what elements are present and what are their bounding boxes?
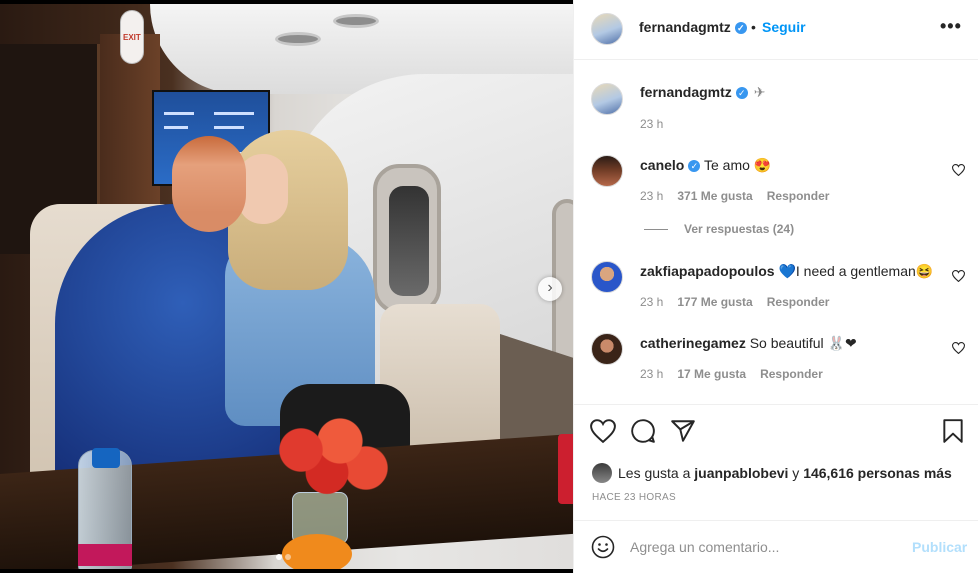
heart-icon[interactable] — [952, 270, 965, 282]
caption-time[interactable]: 23 h — [640, 117, 663, 131]
heart-icon[interactable] — [590, 418, 616, 444]
comment-input[interactable] — [630, 537, 900, 557]
cabin-window — [373, 164, 441, 314]
share-icon[interactable] — [670, 418, 696, 444]
instagram-post-window: EXIT › fernandagmtz ✓ • Seguir ••• ferna… — [0, 0, 978, 573]
reply-button[interactable]: Responder — [760, 367, 823, 381]
comment: canelo ✓ Te amo 😍 — [640, 157, 771, 174]
liker-avatar[interactable] — [592, 463, 612, 483]
emoji-icon[interactable] — [591, 535, 615, 559]
view-replies-button[interactable]: Ver respuestas (24) — [644, 222, 794, 236]
comment-time[interactable]: 23 h — [640, 367, 663, 381]
likes-middle: y — [788, 465, 804, 481]
comment-body: 💙I need a gentleman😆 — [778, 263, 934, 279]
person-man-head — [172, 136, 246, 232]
soda-can — [558, 434, 573, 504]
avatar[interactable] — [591, 13, 623, 45]
comment: catherinegamez So beautiful 🐰❤ — [640, 335, 857, 352]
carousel-dots — [276, 547, 300, 560]
add-comment-bar: Publicar — [574, 520, 978, 573]
reply-button[interactable]: Responder — [767, 189, 830, 203]
heart-icon[interactable] — [952, 342, 965, 354]
caption-username[interactable]: fernandagmtz — [640, 84, 732, 100]
carousel-dot — [285, 554, 291, 560]
caption-avatar[interactable] — [591, 83, 623, 115]
comment-body: Te amo 😍 — [704, 157, 772, 173]
comment-meta: 23 h 177 Me gusta Responder — [640, 295, 843, 309]
comment-time[interactable]: 23 h — [640, 295, 663, 309]
heart-icon[interactable] — [952, 164, 965, 176]
header-username[interactable]: fernandagmtz ✓ — [639, 19, 747, 35]
bottle-label — [78, 544, 132, 566]
comment-likes[interactable]: 371 Me gusta — [677, 189, 752, 203]
comment-meta: 23 h 371 Me gusta Responder — [640, 189, 843, 203]
header-username-text[interactable]: fernandagmtz — [639, 19, 731, 35]
likes-count[interactable]: 146,616 personas más — [803, 465, 952, 481]
publish-button[interactable]: Publicar — [912, 539, 967, 555]
comment-avatar[interactable] — [591, 155, 623, 187]
replies-line — [644, 229, 668, 231]
verified-icon: ✓ — [688, 160, 701, 172]
likes-user[interactable]: juanpablobevi — [694, 465, 788, 481]
exit-sign: EXIT — [120, 10, 144, 64]
separator-dot: • — [751, 19, 756, 35]
follow-button[interactable]: Seguir — [762, 19, 806, 35]
ceiling-light — [275, 32, 321, 46]
comment-meta: 23 h 17 Me gusta Responder — [640, 367, 837, 381]
likes-prefix: Les gusta a — [618, 465, 695, 481]
view-replies-label[interactable]: Ver respuestas (24) — [684, 222, 794, 236]
comment-avatar[interactable] — [591, 261, 623, 293]
bookmark-icon[interactable] — [940, 418, 966, 444]
comment-username[interactable]: canelo — [640, 157, 684, 173]
post-header: fernandagmtz ✓ • Seguir ••• — [574, 0, 978, 60]
comment-username[interactable]: catherinegamez — [640, 335, 746, 351]
verified-icon: ✓ — [735, 87, 748, 99]
comment-icon[interactable] — [630, 418, 656, 444]
next-icon[interactable]: › — [538, 277, 562, 301]
post-side-panel: fernandagmtz ✓ • Seguir ••• fernandagmtz ✓… — [573, 0, 978, 573]
comment-avatar[interactable] — [591, 333, 623, 365]
caption: fernandagmtz ✓ ✈ — [640, 84, 766, 101]
comment-likes[interactable]: 177 Me gusta — [677, 295, 752, 309]
more-icon[interactable]: ••• — [940, 16, 962, 37]
plane-icon: ✈ — [753, 84, 766, 100]
exit-sign-label: EXIT — [123, 33, 141, 42]
comment-body: So beautiful 🐰❤ — [749, 335, 857, 351]
comment-username[interactable]: zakfiapapadopoulos — [640, 263, 775, 279]
carousel-dot-active — [276, 554, 282, 560]
reply-button[interactable]: Responder — [767, 295, 830, 309]
bottle-cap — [92, 448, 120, 468]
likes-summary: Les gusta a juanpablobevi y 146,616 pers… — [592, 463, 952, 483]
post-actions: Les gusta a juanpablobevi y 146,616 pers… — [574, 404, 978, 520]
post-photo[interactable]: EXIT › — [0, 4, 573, 569]
flowers — [262, 414, 392, 504]
posted-time[interactable]: HACE 23 HORAS — [592, 492, 676, 503]
comment-likes[interactable]: 17 Me gusta — [677, 367, 746, 381]
comment-time[interactable]: 23 h — [640, 189, 663, 203]
comment: zakfiapapadopoulos 💙I need a gentleman😆 — [640, 263, 933, 280]
ceiling-light — [333, 14, 379, 28]
verified-icon: ✓ — [734, 22, 747, 34]
